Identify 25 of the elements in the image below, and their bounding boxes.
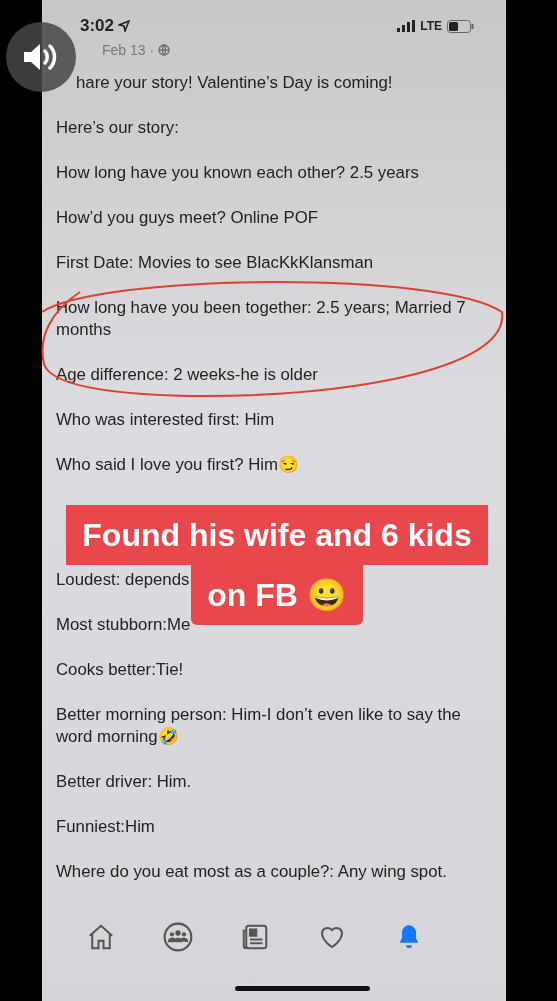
video-caption: on FB 😀 [191, 565, 363, 625]
post-text: Better morning person: Him-I don’t even like to say the word morning🤣 [56, 704, 462, 748]
globe-icon [158, 44, 171, 56]
post-text: How long have you known each other? 2.5 years [56, 162, 419, 184]
signal-icon [397, 20, 416, 32]
battery-icon [447, 19, 474, 33]
post-text: Funniest:Him [56, 816, 155, 838]
video-caption: Found his wife and 6 kids [66, 505, 488, 565]
post-text: Better driver: Him. [56, 771, 192, 793]
network-label: LTE [420, 19, 442, 33]
status-time: 3:02 [80, 16, 131, 36]
groups-icon [161, 921, 194, 953]
location-icon [118, 20, 131, 32]
post-text: Most stubborn:Me [56, 614, 191, 636]
post-text: First Date: Movies to see BlacKkKlansman [56, 252, 374, 274]
post-date: Feb 13 · [102, 42, 155, 58]
post-text: How’d you guys meet? Online POF [56, 207, 319, 229]
post-text: Loudest: depends [56, 569, 190, 591]
post-text: Here’s our story: [56, 117, 179, 139]
post-text: Age difference: 2 weeks-he is older [56, 364, 318, 386]
post-text: Cooks better:Tie! [56, 659, 184, 681]
post-text: hare your story! Valentine’s Day is coming! [76, 72, 393, 94]
post-text: Who was interested first: Him [56, 409, 275, 431]
post-text: Who said I love you first? Him😏 [56, 454, 299, 476]
post-text: Where do you eat most as a couple?: Any wing spot. [56, 861, 447, 883]
